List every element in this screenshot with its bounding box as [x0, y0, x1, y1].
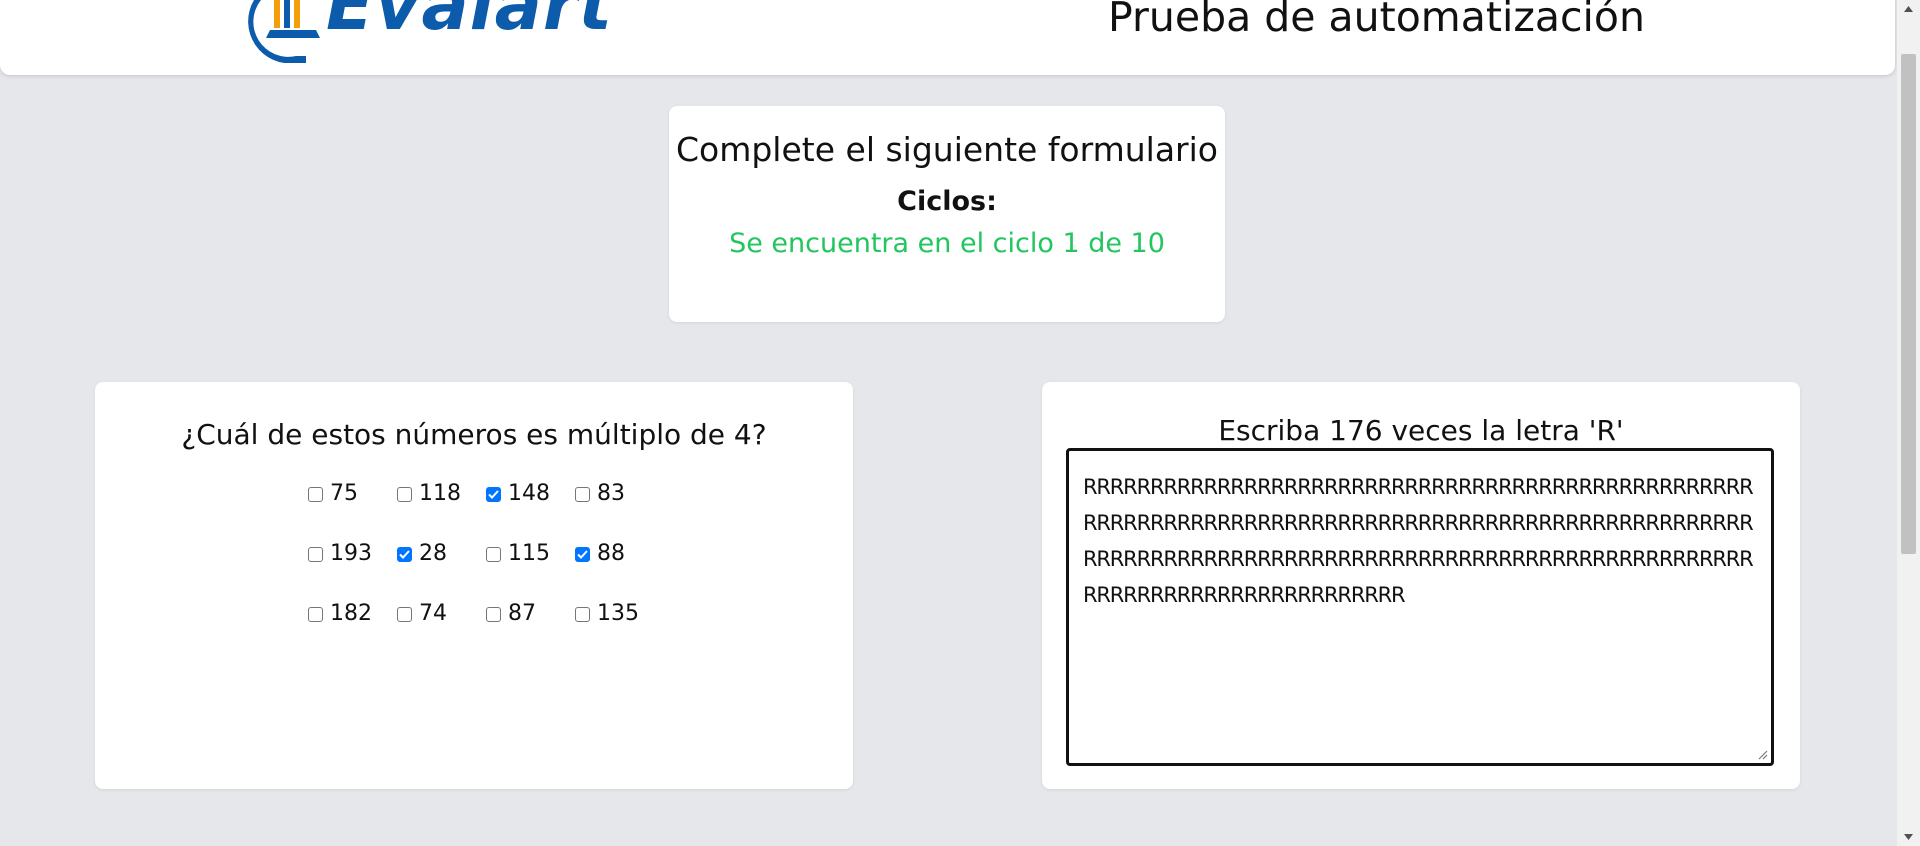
option-182[interactable]: 182	[307, 602, 396, 626]
option-28[interactable]: 28	[396, 542, 485, 566]
option-checkbox[interactable]	[486, 546, 501, 562]
scroll-down-arrow-icon[interactable]	[1897, 828, 1920, 846]
textarea-instruction: Escriba 176 veces la letra 'R'	[1218, 414, 1624, 447]
evalart-logo: Evalart	[236, 0, 612, 63]
option-checkbox[interactable]	[397, 546, 412, 562]
option-87[interactable]: 87	[485, 602, 574, 626]
option-148[interactable]: 148	[485, 482, 574, 506]
page-title: Prueba de automatización	[1108, 0, 1645, 41]
option-label: 118	[419, 481, 461, 506]
text-entry-card: Escriba 176 veces la letra 'R' RRRRRRRRR…	[1042, 382, 1800, 789]
option-118[interactable]: 118	[396, 482, 485, 506]
scrollbar-thumb[interactable]	[1901, 54, 1916, 554]
option-label: 75	[330, 481, 358, 506]
option-checkbox[interactable]	[397, 486, 412, 502]
logo-emblem-icon	[248, 0, 320, 63]
cycles-status: Se encuentra en el ciclo 1 de 10	[729, 228, 1165, 259]
option-checkbox[interactable]	[308, 546, 323, 562]
option-checkbox[interactable]	[397, 606, 412, 622]
option-label: 148	[508, 481, 550, 506]
logo-wordmark: Evalart	[326, 0, 613, 46]
option-label: 193	[330, 541, 372, 566]
page-scrollbar[interactable]	[1897, 0, 1920, 846]
option-88[interactable]: 88	[574, 542, 663, 566]
form-info-card: Complete el siguiente formulario Ciclos:…	[669, 106, 1225, 322]
option-checkbox[interactable]	[308, 486, 323, 502]
scroll-up-arrow-icon[interactable]	[1897, 0, 1920, 18]
letter-textarea[interactable]: RRRRRRRRRRRRRRRRRRRRRRRRRRRRRRRRRRRRRRRR…	[1066, 448, 1774, 766]
option-label: 28	[419, 541, 447, 566]
option-label: 182	[330, 601, 372, 626]
options-grid: 75 118 148 83 193 28 115 88 182 74 87 135	[307, 482, 663, 662]
textarea-value: RRRRRRRRRRRRRRRRRRRRRRRRRRRRRRRRRRRRRRRR…	[1083, 475, 1754, 607]
option-75[interactable]: 75	[307, 482, 396, 506]
option-checkbox[interactable]	[575, 486, 590, 502]
form-title: Complete el siguiente formulario	[675, 130, 1218, 169]
option-checkbox[interactable]	[486, 486, 501, 502]
option-135[interactable]: 135	[574, 602, 663, 626]
resize-grip-icon[interactable]	[1756, 748, 1768, 760]
option-83[interactable]: 83	[574, 482, 663, 506]
option-115[interactable]: 115	[485, 542, 574, 566]
question-card: ¿Cuál de estos números es múltiplo de 4?…	[95, 382, 853, 789]
option-label: 87	[508, 601, 536, 626]
option-checkbox[interactable]	[486, 606, 501, 622]
option-label: 135	[597, 601, 639, 626]
option-checkbox[interactable]	[575, 546, 590, 562]
option-checkbox[interactable]	[308, 606, 323, 622]
option-label: 83	[597, 481, 625, 506]
cycles-label: Ciclos:	[897, 186, 997, 217]
option-label: 115	[508, 541, 550, 566]
option-label: 74	[419, 601, 447, 626]
option-label: 88	[597, 541, 625, 566]
site-header: Evalart Prueba de automatización	[0, 0, 1895, 75]
option-checkbox[interactable]	[575, 606, 590, 622]
question-text: ¿Cuál de estos números es múltiplo de 4?	[181, 418, 767, 451]
option-193[interactable]: 193	[307, 542, 396, 566]
page: Evalart Prueba de automatización Complet…	[0, 0, 1897, 846]
option-74[interactable]: 74	[396, 602, 485, 626]
